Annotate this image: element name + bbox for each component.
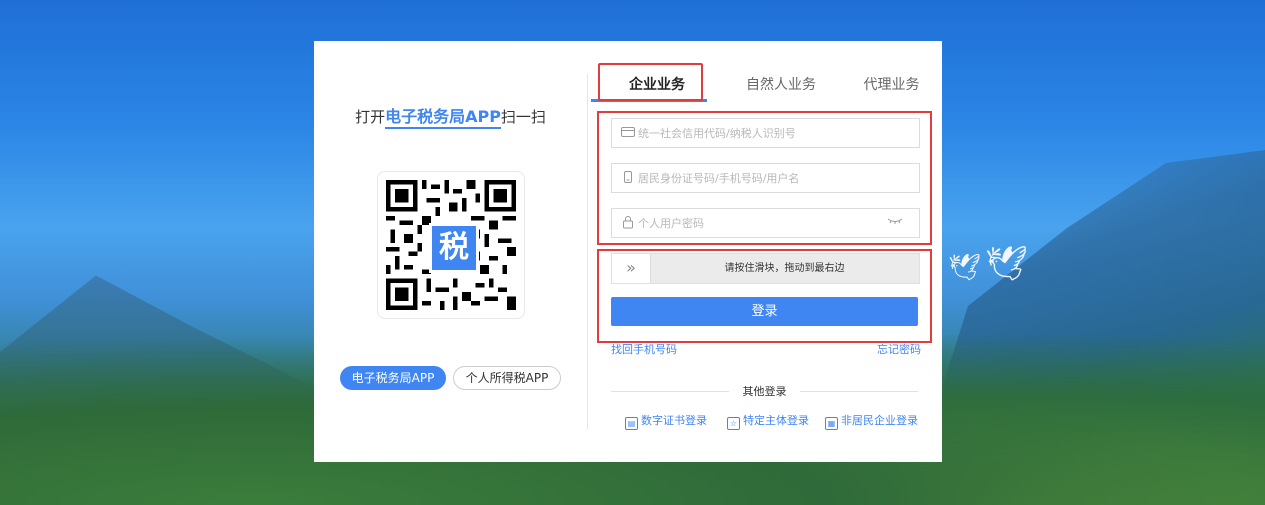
tab-natural-person[interactable]: 自然人业务 (726, 71, 836, 103)
login-card: 打开电子税务局APP扫一扫 税 电子税务局APP 个人所得税APP 企业业务 自… (314, 41, 942, 462)
cert-login-link[interactable]: ▤ 数字证书登录 (625, 412, 707, 430)
specific-entity-login-link[interactable]: ☆ 特定主体登录 (727, 412, 809, 430)
dove-icon: 🕊 (985, 244, 1029, 284)
retrieve-phone-link[interactable]: 找回手机号码 (611, 341, 677, 357)
dove-icon: 🕊 (948, 253, 982, 283)
actions-highlight-box (597, 249, 932, 343)
qr-code-frame: 税 (377, 171, 525, 319)
iit-app-button[interactable]: 个人所得税APP (453, 366, 561, 390)
nonresident-login-link[interactable]: ▦ 非居民企业登录 (825, 412, 918, 430)
tab-agent[interactable]: 代理业务 (849, 71, 934, 103)
id-icon: ▦ (825, 417, 838, 430)
fields-highlight-box (597, 111, 932, 245)
tax-logo-icon: 税 (429, 223, 479, 273)
certificate-icon: ▤ (625, 417, 638, 430)
divider-line (800, 391, 918, 392)
tab-highlight-box (598, 63, 703, 101)
other-login-divider: 其他登录 (611, 383, 918, 399)
forgot-password-link[interactable]: 忘记密码 (877, 341, 921, 357)
etax-app-button[interactable]: 电子税务局APP (340, 366, 446, 390)
app-name-highlight: 电子税务局APP (385, 107, 501, 129)
panel-divider (587, 74, 588, 429)
qr-login-panel: 打开电子税务局APP扫一扫 税 电子税务局APP 个人所得税APP (314, 41, 587, 462)
scan-instruction: 打开电子税务局APP扫一扫 (314, 103, 587, 129)
badge-icon: ☆ (727, 417, 740, 430)
